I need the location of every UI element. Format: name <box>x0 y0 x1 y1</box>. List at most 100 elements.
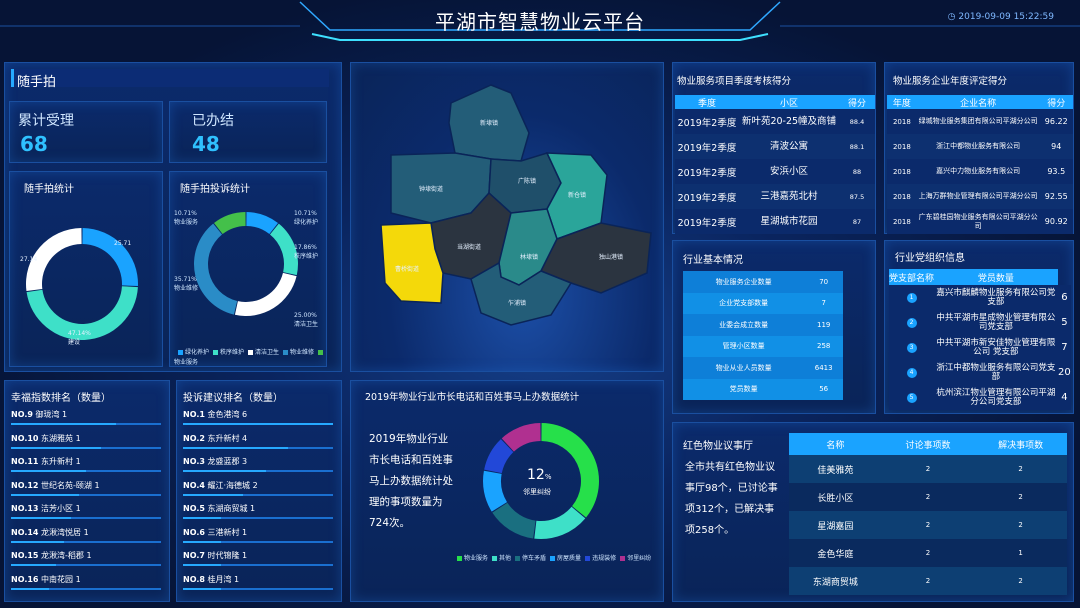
rank-row[interactable]: NO.13 洁芳小区 1 <box>11 503 81 514</box>
table-row[interactable]: 党员数量 56 <box>683 378 843 400</box>
quarter-scores-table: 季度 小区 得分 2019年2季度 新叶苑20-25幢及商铺 88.4 2019年2季度 清波… <box>675 95 875 234</box>
rank-no: NO.14 <box>11 527 39 537</box>
hotline-legend-item[interactable]: 物业服务 <box>453 555 488 562</box>
rank-row[interactable]: NO.1 金色港湾 6 <box>183 409 247 420</box>
rank-row[interactable]: NO.3 龙盛蓝郡 3 <box>183 456 247 467</box>
hotline-legend-item[interactable]: 停车矛盾 <box>511 555 546 562</box>
table-cell: 新叶苑20-25幢及商铺 <box>741 116 837 127</box>
table-row[interactable]: 2018 浙江中都物业服务有限公司 94 <box>887 134 1073 159</box>
table-cell: 嘉兴市麒麟物业服务有限公司党支部 <box>936 287 1056 307</box>
complaint-label-tr: 10.71% 绿化养护 <box>294 210 319 226</box>
complaint-slice-3 <box>194 223 238 315</box>
table-row[interactable]: 2018 绿城物业服务集团有限公司平湖分公司 96.22 <box>887 109 1073 134</box>
table-cell: 2018 <box>892 117 911 126</box>
column-header[interactable]: 小区 <box>739 95 839 109</box>
rank-no: NO.5 <box>183 504 205 513</box>
table-cell: 东湖商贸城 <box>812 577 858 588</box>
table-row[interactable]: 5 杭州滨江物业管理有限公司平湖分公司党支部 4 <box>889 385 1071 410</box>
done-value: 48 <box>192 132 220 156</box>
table-row[interactable]: 星湖嘉园 2 2 <box>789 511 1067 539</box>
table-cell: 中共平湖市新安佳物业管理有限公司 党支部 <box>936 337 1056 357</box>
rank-name: 东升新村 1 <box>41 457 81 466</box>
rank-row[interactable]: NO.6 三港新村 1 <box>183 527 247 538</box>
column-header[interactable]: 企业名称 <box>917 95 1040 109</box>
table-row[interactable]: 佳美雅苑 2 2 <box>789 455 1067 483</box>
table-row[interactable]: 物业服务企业数量 70 <box>683 271 843 293</box>
legend-swatch <box>457 556 462 561</box>
rank-row[interactable]: NO.2 东升新村 4 <box>183 433 247 444</box>
table-row[interactable]: 3 中共平湖市新安佳物业管理有限公司 党支部 7 <box>889 335 1071 360</box>
table-row[interactable]: 2019年2季度 安浜小区 88 <box>675 159 875 184</box>
hotline-legend-item[interactable]: 其他 <box>488 555 511 562</box>
table-row[interactable]: 4 浙江中都物业服务有限公司党支部 20 <box>889 360 1071 385</box>
table-row[interactable]: 2019年2季度 新叶苑20-25幢及商铺 88.4 <box>675 109 875 134</box>
table-row[interactable]: 长胜小区 2 2 <box>789 483 1067 511</box>
table-row[interactable]: 金色华庭 2 1 <box>789 539 1067 567</box>
rank-row[interactable]: NO.7 时代锦隆 1 <box>183 550 247 561</box>
page-title: 平湖市智慧物业云平台 <box>435 10 645 34</box>
rank-row[interactable]: NO.15 龙湫湾-稻郡 1 <box>11 550 92 561</box>
column-header[interactable]: 得分 <box>1040 95 1073 109</box>
table-row[interactable]: 管理小区数量 258 <box>683 335 843 357</box>
hotline-center-label: 邻里纠纷 <box>523 488 551 496</box>
rank-name: 东湖商贸城 1 <box>207 504 256 513</box>
rank-row[interactable]: NO.9 御珑湾 1 <box>11 409 67 420</box>
table-cell: 2019年2季度 <box>677 117 737 129</box>
rank-name: 龙湫湾悦居 1 <box>41 527 89 537</box>
column-header[interactable]: 党支部名称 <box>889 269 934 285</box>
table-row[interactable]: 2019年2季度 三港嘉苑北村 87.5 <box>675 184 875 209</box>
hotline-legend-item[interactable]: 房屋质量 <box>546 555 581 562</box>
rank-row[interactable]: NO.11 东升新村 1 <box>11 456 81 467</box>
table-row[interactable]: 2018 广东碧桂园物业服务有限公司平湖分公司 90.92 <box>887 209 1073 234</box>
rank-bar <box>11 564 161 566</box>
annual-scores-panel: 物业服务企业年度评定得分 年度 企业名称 得分 2018 绿城物业服务集团有限公司平湖分… <box>884 62 1074 234</box>
hotline-title: 2019年物业行业市长电话和百姓事马上办数据统计 <box>365 392 580 403</box>
red-hall-table: 名称 讨论事项数 解决事项数 佳美雅苑 2 2 长胜小区 2 2 星湖嘉园 2 2 金色华庭 2 1 东湖商贸… <box>789 433 1067 595</box>
clock: ◷ 2019-09-09 15:22:59 <box>948 12 1054 22</box>
rank-row[interactable]: NO.5 东湖商贸城 1 <box>183 503 255 514</box>
rank-bar <box>183 517 333 519</box>
table-cell: 258 <box>816 342 831 351</box>
happiness-rank-title: 幸福指数排名（数量） <box>11 393 111 404</box>
column-header[interactable]: 季度 <box>675 95 739 109</box>
rank-row[interactable]: NO.12 世纪名苑-颐湖 1 <box>11 480 100 491</box>
table-row[interactable]: 业委会成立数量 119 <box>683 314 843 336</box>
rank-row[interactable]: NO.8 桂月湾 1 <box>183 574 239 585</box>
rank-row[interactable]: NO.4 耀江·海德城 2 <box>183 480 258 491</box>
table-row[interactable]: 东湖商贸城 2 2 <box>789 567 1067 595</box>
table-row[interactable]: 2018 上海万群物业管理有限公司平湖分公司 92.55 <box>887 184 1073 209</box>
table-row[interactable]: 物业从业人员数量 6413 <box>683 357 843 379</box>
table-row[interactable]: 企业党支部数量 7 <box>683 292 843 314</box>
table-cell: 2019年2季度 <box>677 217 737 229</box>
column-header[interactable]: 名称 <box>789 433 882 455</box>
rank-row[interactable]: NO.14 龙湫湾悦居 1 <box>11 527 89 538</box>
complaint-legend-item[interactable]: 秩序维护 <box>209 349 244 356</box>
table-row[interactable]: 2019年2季度 清波公寓 88.1 <box>675 134 875 159</box>
complaint-legend-item[interactable]: 绿化养护 <box>174 349 209 356</box>
table-cell: 2 <box>1018 521 1023 529</box>
rank-row[interactable]: NO.10 东湖雅苑 1 <box>11 433 81 444</box>
rank-badge: 2 <box>906 317 917 328</box>
complaint-legend-item[interactable]: 物业维修 <box>279 349 314 356</box>
table-row[interactable]: 1 嘉兴市麒麟物业服务有限公司党支部 6 <box>889 285 1071 310</box>
column-header[interactable]: 年度 <box>887 95 917 109</box>
table-cell: 119 <box>816 320 831 329</box>
table-cell: 2018 <box>892 217 911 226</box>
hotline-legend-item[interactable]: 邻里纠纷 <box>616 555 651 562</box>
column-header[interactable]: 解决事项数 <box>974 433 1067 455</box>
complaint-label-tl: 10.71% 物业服务 <box>174 210 199 226</box>
table-row[interactable]: 2019年2季度 星湖城市花园 87 <box>675 209 875 234</box>
red-hall-text: 全市共有红色物业议事厅98个，已讨论事项312个，已解决事项258个。 <box>685 462 778 536</box>
table-row[interactable]: 2 中共平湖市星成物业管理有限公司党支部 5 <box>889 310 1071 335</box>
complaint-legend-item[interactable]: 清洁卫生 <box>244 349 279 356</box>
rank-row[interactable]: NO.16 中南花园 1 <box>11 574 81 585</box>
table-row[interactable]: 2018 嘉兴中力物业服务有限公司 93.5 <box>887 159 1073 184</box>
map-label: 林埭镇 <box>520 253 538 261</box>
table-cell: 88.4 <box>849 117 865 126</box>
column-header[interactable]: 党员数量 <box>934 269 1058 285</box>
legend-swatch <box>318 350 324 355</box>
column-header[interactable]: 讨论事项数 <box>882 433 975 455</box>
table-cell: 2 <box>1018 465 1023 473</box>
column-header[interactable]: 得分 <box>839 95 875 109</box>
hotline-legend-item[interactable]: 违规装修 <box>581 555 616 562</box>
